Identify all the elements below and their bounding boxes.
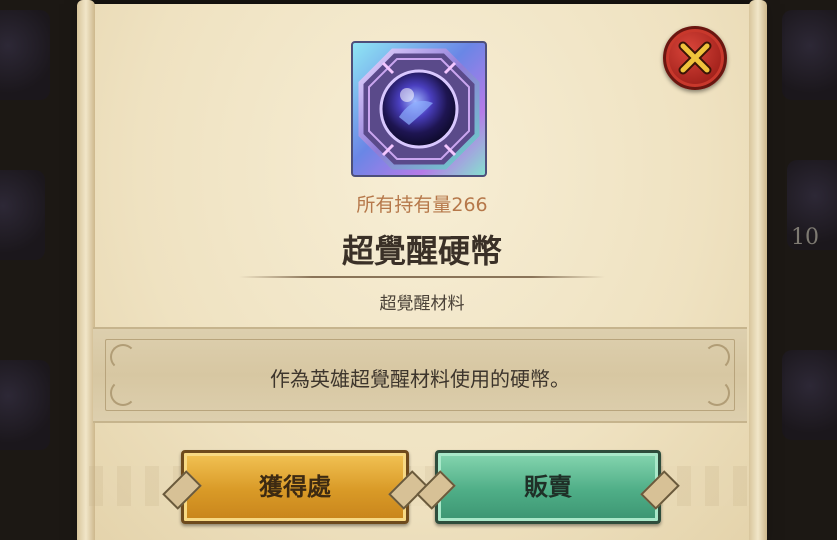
owned-quantity: 所有持有量266	[356, 194, 488, 216]
item-description: 作為英雄超覺醒材料使用的硬幣。	[270, 367, 570, 391]
awakening-coin-icon	[351, 41, 487, 177]
close-button[interactable]	[663, 26, 727, 90]
background-level-number: 10	[791, 225, 819, 250]
acquisition-source-label: 獲得處	[259, 473, 331, 501]
background-hero-slot	[0, 170, 45, 260]
sell-label: 販賣	[524, 473, 572, 501]
background-hero-slot	[0, 10, 50, 100]
item-detail-dialog: 所有持有量266 超覺醒硬幣 超覺醒材料 作為英雄超覺醒材料使用的硬幣。 獲得處…	[77, 0, 767, 540]
sell-button[interactable]: 販賣	[416, 450, 680, 524]
background-hero-slot	[782, 350, 837, 440]
close-icon	[678, 41, 712, 75]
description-panel: 作為英雄超覺醒材料使用的硬幣。	[93, 327, 747, 423]
acquisition-source-button[interactable]: 獲得處	[162, 450, 428, 524]
item-category: 超覺醒材料	[379, 294, 465, 314]
title-divider	[239, 276, 605, 278]
background-hero-slot	[782, 10, 837, 100]
background-hero-slot	[0, 360, 50, 450]
game-screen: 10 所有持有量266 超覺醒硬幣 超覺醒材料 作為英雄超覺醒材料使用的硬幣。 …	[0, 0, 837, 540]
item-name: 超覺醒硬幣	[341, 232, 502, 270]
